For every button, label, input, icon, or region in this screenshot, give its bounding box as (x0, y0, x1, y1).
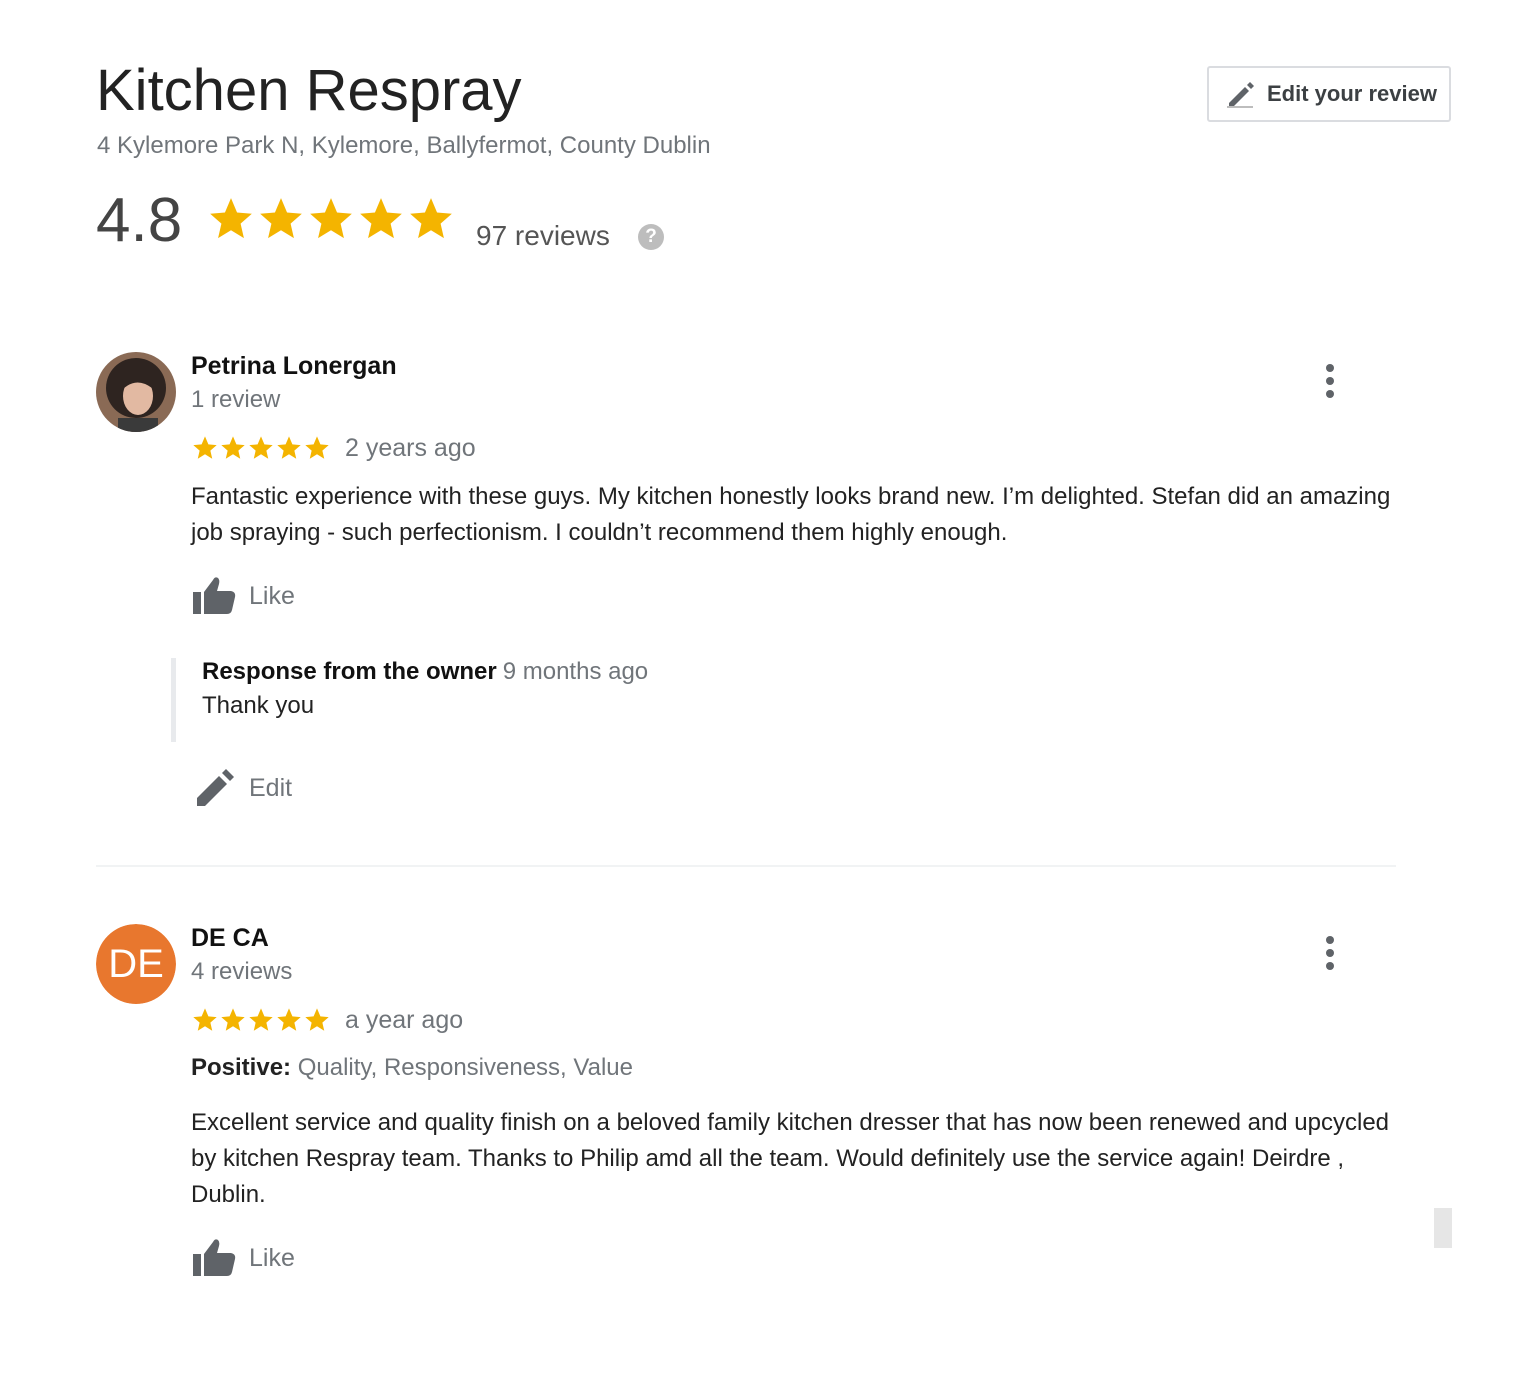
star-icon (410, 198, 452, 239)
reviews-panel: Kitchen Respray 4 Kylemore Park N, Kylem… (0, 0, 1533, 1376)
like-label: Like (249, 581, 295, 610)
star-icon (277, 1008, 301, 1031)
review-divider (96, 865, 1396, 867)
like-button[interactable]: Like (191, 572, 295, 620)
star-icon (360, 198, 402, 239)
profile-photo (96, 352, 176, 432)
avatar[interactable]: DE (96, 924, 176, 1004)
review-stars (191, 1006, 331, 1034)
thumbs-up-icon (193, 1239, 236, 1276)
pencil-icon (197, 769, 234, 806)
positive-label: Positive: (191, 1054, 292, 1081)
edit-your-review-button[interactable]: Edit your review (1207, 66, 1451, 122)
avatar[interactable] (96, 352, 176, 432)
star-icon (277, 436, 301, 459)
star-icon (210, 198, 252, 239)
review-item: DE DE CA 4 reviews a year ago Positive: … (96, 924, 1396, 1284)
star-icon (249, 436, 273, 459)
owner-response-label: Response from the owner (202, 658, 497, 685)
star-icon (193, 1008, 217, 1031)
star-icon (310, 198, 352, 239)
review-item: Petrina Lonergan 1 review 2 years ago Fa… (96, 352, 1396, 812)
review-date: 2 years ago (345, 434, 476, 462)
reviewer-review-count: 1 review (191, 386, 281, 413)
reviewer-review-count: 4 reviews (191, 958, 293, 985)
edit-your-review-label: Edit your review (1267, 81, 1437, 106)
more-options-icon[interactable] (1318, 364, 1342, 404)
positive-values: Quality, Responsiveness, Value (297, 1054, 633, 1081)
pencil-icon (1227, 82, 1254, 108)
thumbs-up-icon (193, 577, 236, 614)
reviews-count-link[interactable]: 97 reviews (476, 220, 610, 252)
review-stars (191, 434, 331, 462)
rating-stars (206, 194, 456, 244)
like-button[interactable]: Like (191, 1234, 295, 1282)
review-text: Fantastic experience with these guys. My… (191, 483, 1391, 546)
star-icon (260, 198, 302, 239)
scrollbar-thumb[interactable] (1434, 1208, 1452, 1248)
star-icon (221, 436, 245, 459)
star-icon (305, 436, 329, 459)
star-icon (193, 436, 217, 459)
business-name: Kitchen Respray (96, 58, 522, 123)
rating-value: 4.8 (96, 186, 183, 255)
star-icon (221, 1008, 245, 1031)
reviewer-name[interactable]: DE CA (191, 924, 269, 953)
like-label: Like (249, 1243, 295, 1272)
reviewer-name[interactable]: Petrina Lonergan (191, 352, 397, 381)
positive-attributes: Positive: Quality, Responsiveness, Value (191, 1054, 633, 1082)
star-icon (305, 1008, 329, 1031)
edit-response-button[interactable]: Edit (191, 764, 292, 812)
more-options-icon[interactable] (1318, 936, 1342, 976)
avatar-initials: DE (96, 924, 176, 1004)
owner-response-date: 9 months ago (502, 658, 649, 685)
owner-response-text: Thank you (202, 692, 315, 719)
business-address: 4 Kylemore Park N, Kylemore, Ballyfermot… (97, 132, 711, 159)
help-icon[interactable]: ? (638, 224, 664, 250)
star-icon (249, 1008, 273, 1031)
owner-response: Response from the owner 9 months ago Than… (171, 658, 648, 742)
edit-label: Edit (249, 773, 293, 802)
review-text: Excellent service and quality finish on … (191, 1109, 1390, 1208)
review-date: a year ago (345, 1006, 464, 1034)
